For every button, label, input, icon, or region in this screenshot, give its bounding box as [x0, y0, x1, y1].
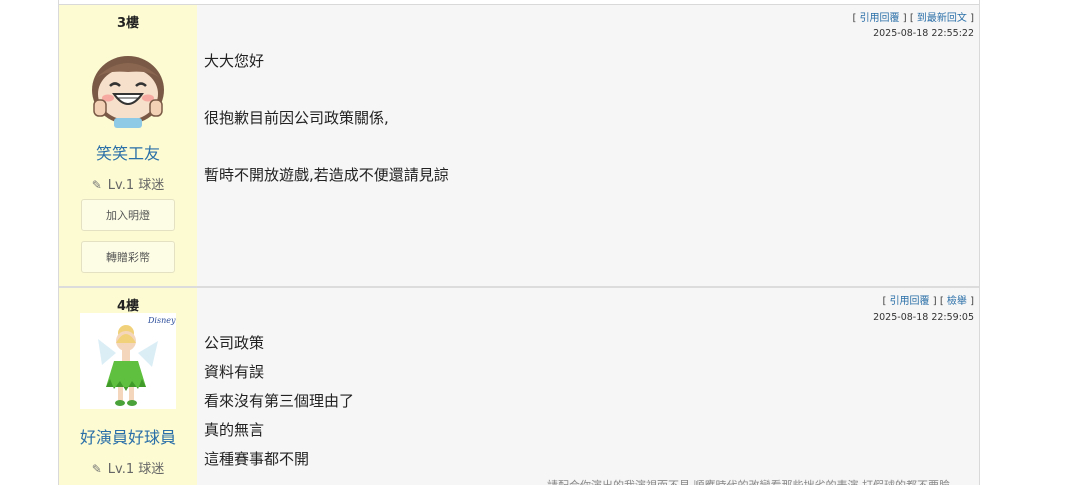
avatar[interactable]: [80, 34, 176, 130]
floor-number: 3樓: [116, 16, 140, 31]
post-floor-3: 3樓 笑笑工友 ✎ Lv.1 球迷 加入明燈 轉贈彩幣 [ 引用回覆 ] [到…: [59, 5, 979, 286]
post-line: 這種賽事都不開: [204, 450, 310, 468]
floor-number: 4樓: [116, 299, 140, 314]
post-body: 公司政策 資料有誤 看來沒有第三個理由了 真的無言 這種賽事都不開: [204, 329, 354, 474]
user-signature: 請配合你演出的我演視而不見 順應時代的改變看那些拙劣的表演 打假球的都不要臉。: [547, 477, 961, 485]
post-timestamp: 2025-08-18 22:55:22: [873, 28, 974, 39]
post-timestamp: 2025-08-18 22:59:05: [873, 312, 974, 323]
add-follow-button[interactable]: 加入明燈: [81, 199, 175, 231]
post-content: [ 引用回覆 ] [ 檢舉 ] 2025-08-18 22:59:05 公司政策…: [197, 288, 979, 485]
post-actions: [ 引用回覆 ] [ 到最新回文 ]: [852, 13, 974, 24]
user-level-label: Lv.1 球迷: [107, 462, 165, 477]
post-line: 看來沒有第三個理由了: [204, 392, 355, 410]
disney-logo: Disney: [147, 316, 176, 325]
user-level: ✎ Lv.1 球迷: [59, 458, 197, 477]
post-line: 公司政策: [204, 334, 265, 352]
user-level: ✎ Lv.1 球迷: [59, 174, 197, 193]
report-link[interactable]: 檢舉: [947, 296, 967, 307]
post-line: 暫時不開放遊戲,若造成不便還請見諒: [204, 166, 449, 184]
quote-reply-link[interactable]: 引用回覆: [890, 296, 930, 307]
pencil-icon: ✎: [91, 178, 102, 192]
post-floor-4: 4樓 Disney 好演員好球員 ✎ Lv.1 球迷 [ 引用回覆] [檢舉…: [59, 288, 979, 485]
user-sidebar: 3樓 笑笑工友 ✎ Lv.1 球迷 加入明燈 轉贈彩幣: [59, 5, 197, 286]
post-actions: [ 引用回覆 ] [ 檢舉 ]: [882, 296, 974, 307]
post-line: 很抱歉目前因公司政策關係,: [204, 109, 389, 127]
post-body: 大大您好 很抱歉目前因公司政策關係, 暫時不開放遊戲,若造成不便還請見諒: [204, 47, 449, 190]
forum-thread: 3樓 笑笑工友 ✎ Lv.1 球迷 加入明燈 轉贈彩幣 [ 引用回覆 ] [到…: [58, 0, 980, 485]
post-line: 真的無言: [204, 421, 265, 439]
post-content: [ 引用回覆 ] [ 到最新回文 ] 2025-08-18 22:55:22 大…: [197, 5, 979, 286]
pencil-icon: ✎: [91, 462, 102, 476]
username[interactable]: 笑笑工友: [59, 140, 197, 164]
quote-reply-link[interactable]: 引用回覆: [860, 13, 900, 24]
user-level-label: Lv.1 球迷: [107, 178, 165, 193]
latest-reply-link[interactable]: 到最新回文: [917, 13, 967, 24]
user-sidebar: 4樓 Disney 好演員好球員 ✎ Lv.1 球迷: [59, 288, 197, 485]
post-line: 資料有誤: [204, 363, 265, 381]
post-line: 大大您好: [204, 52, 265, 70]
gift-coins-button[interactable]: 轉贈彩幣: [81, 241, 175, 273]
avatar[interactable]: Disney: [80, 313, 176, 409]
username[interactable]: 好演員好球員: [59, 424, 197, 448]
